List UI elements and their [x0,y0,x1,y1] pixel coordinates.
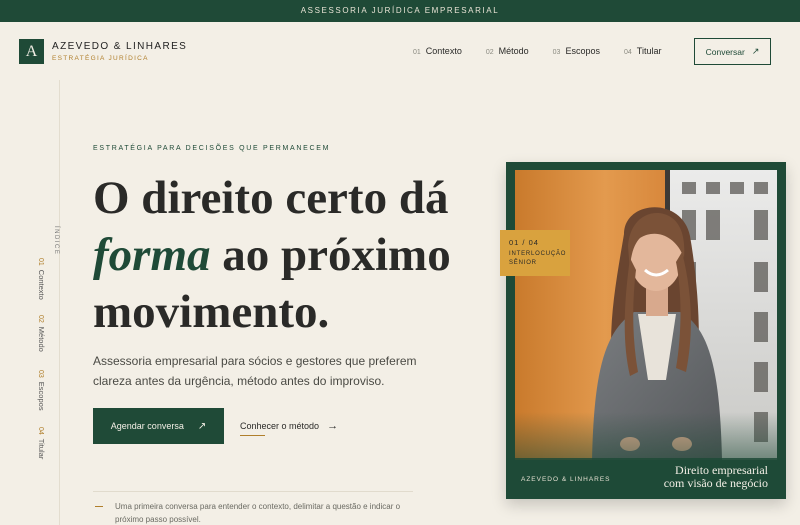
side-index-label-text: Método [37,326,46,352]
nav-number: 04 [623,49,632,56]
headline-emphasis: forma [93,229,211,281]
side-index-label-text: Escopos [37,381,46,411]
nav-number: 02 [485,49,494,56]
badge-number: 01 / 04 [509,238,539,247]
side-rail-divider [59,80,60,525]
nav-item-titular[interactable]: 04 Titular [624,46,661,56]
hero-divider [93,491,413,492]
side-index-number: 03 [37,370,44,378]
side-index-number: 01 [37,258,44,266]
card-caption-line-2: com visão de negócio [663,476,768,490]
side-index-number: 04 [37,427,44,435]
headline-line-2: ao próximo [210,229,451,281]
announcement-bar: ASSESSORIA JURÍDICA EMPRESARIAL [0,0,800,22]
nav-number: 03 [552,49,561,56]
nav-number: 01 [413,49,421,56]
side-index-item-metodo[interactable]: 02 Método [37,315,46,352]
card-brand: AZEVEDO & LINHARES [521,476,611,483]
side-index-label-text: Titular [37,438,46,460]
brand-subtitle: ESTRATÉGIA JURÍDICA [52,54,149,62]
conhecer-metodo-label: Conhecer o método [240,421,320,431]
arrow-up-right-icon: ↗ [197,420,207,432]
side-index-label: ÍNDICE [53,226,59,256]
agendar-conversa-button[interactable]: Agendar conversa ↗ [93,408,224,444]
arrow-right-icon: → [327,420,339,432]
arrow-up-right-icon: ↗ [751,46,760,56]
hero-headline: O direito certo dá forma ao próximo movi… [93,170,493,341]
nav-label: Contexto [425,46,462,56]
brand[interactable]: A AZEVEDO & LINHARES ESTRATÉGIA JURÍDICA [19,39,187,64]
main-nav: 01 Contexto 02 Método 03 Escopos 04 Titu… [413,46,685,56]
nav-label: Titular [636,46,662,56]
side-index-number: 02 [37,315,44,323]
brand-name: AZEVEDO & LINHARES [52,40,188,52]
card-caption-line-1: Direito empresarial [675,463,768,477]
badge-label: INTERLOCUÇÃO SÊNIOR [509,250,570,268]
portrait-photo [506,170,786,499]
badge-label-line-2: SÊNIOR [509,260,537,266]
conversar-button[interactable]: Conversar ↗ [694,38,771,65]
nav-label: Método [498,46,529,56]
nav-item-contexto[interactable]: 01 Contexto [413,46,462,56]
conhecer-metodo-link[interactable]: Conhecer o método → [240,420,338,432]
nav-label: Escopos [565,46,600,56]
card-badge: 01 / 04 INTERLOCUÇÃO SÊNIOR [500,230,570,276]
side-index-item-contexto[interactable]: 01 Contexto [37,258,46,300]
side-index-item-escopos[interactable]: 03 Escopos [37,370,46,411]
agendar-conversa-label: Agendar conversa [110,421,184,431]
hero-lead: Assessoria empresarial para sócios e ges… [93,354,417,388]
headline-line-3: movimento. [93,286,330,338]
card-caption: Direito empresarial com visão de negócio [640,464,768,490]
logo-mark: A [19,39,44,64]
nav-item-metodo[interactable]: 02 Método [486,46,529,56]
hero-eyebrow: ESTRATÉGIA PARA DECISÕES QUE PERMANECEM [93,145,331,152]
hero-note: Uma primeira conversa para entender o co… [115,502,401,524]
nav-item-escopos[interactable]: 03 Escopos [553,46,600,56]
side-index-label-text: Contexto [37,269,46,300]
note-dash [95,506,103,507]
headline-line-1: O direito certo dá [93,172,449,224]
side-index-item-titular[interactable]: 04 Titular [37,427,46,459]
badge-label-line-1: INTERLOCUÇÃO [509,251,567,257]
conversar-label: Conversar [705,46,745,57]
link-underline [240,435,265,436]
announcement-text: ASSESSORIA JURÍDICA EMPRESARIAL [300,6,500,15]
portrait-card [506,162,786,499]
